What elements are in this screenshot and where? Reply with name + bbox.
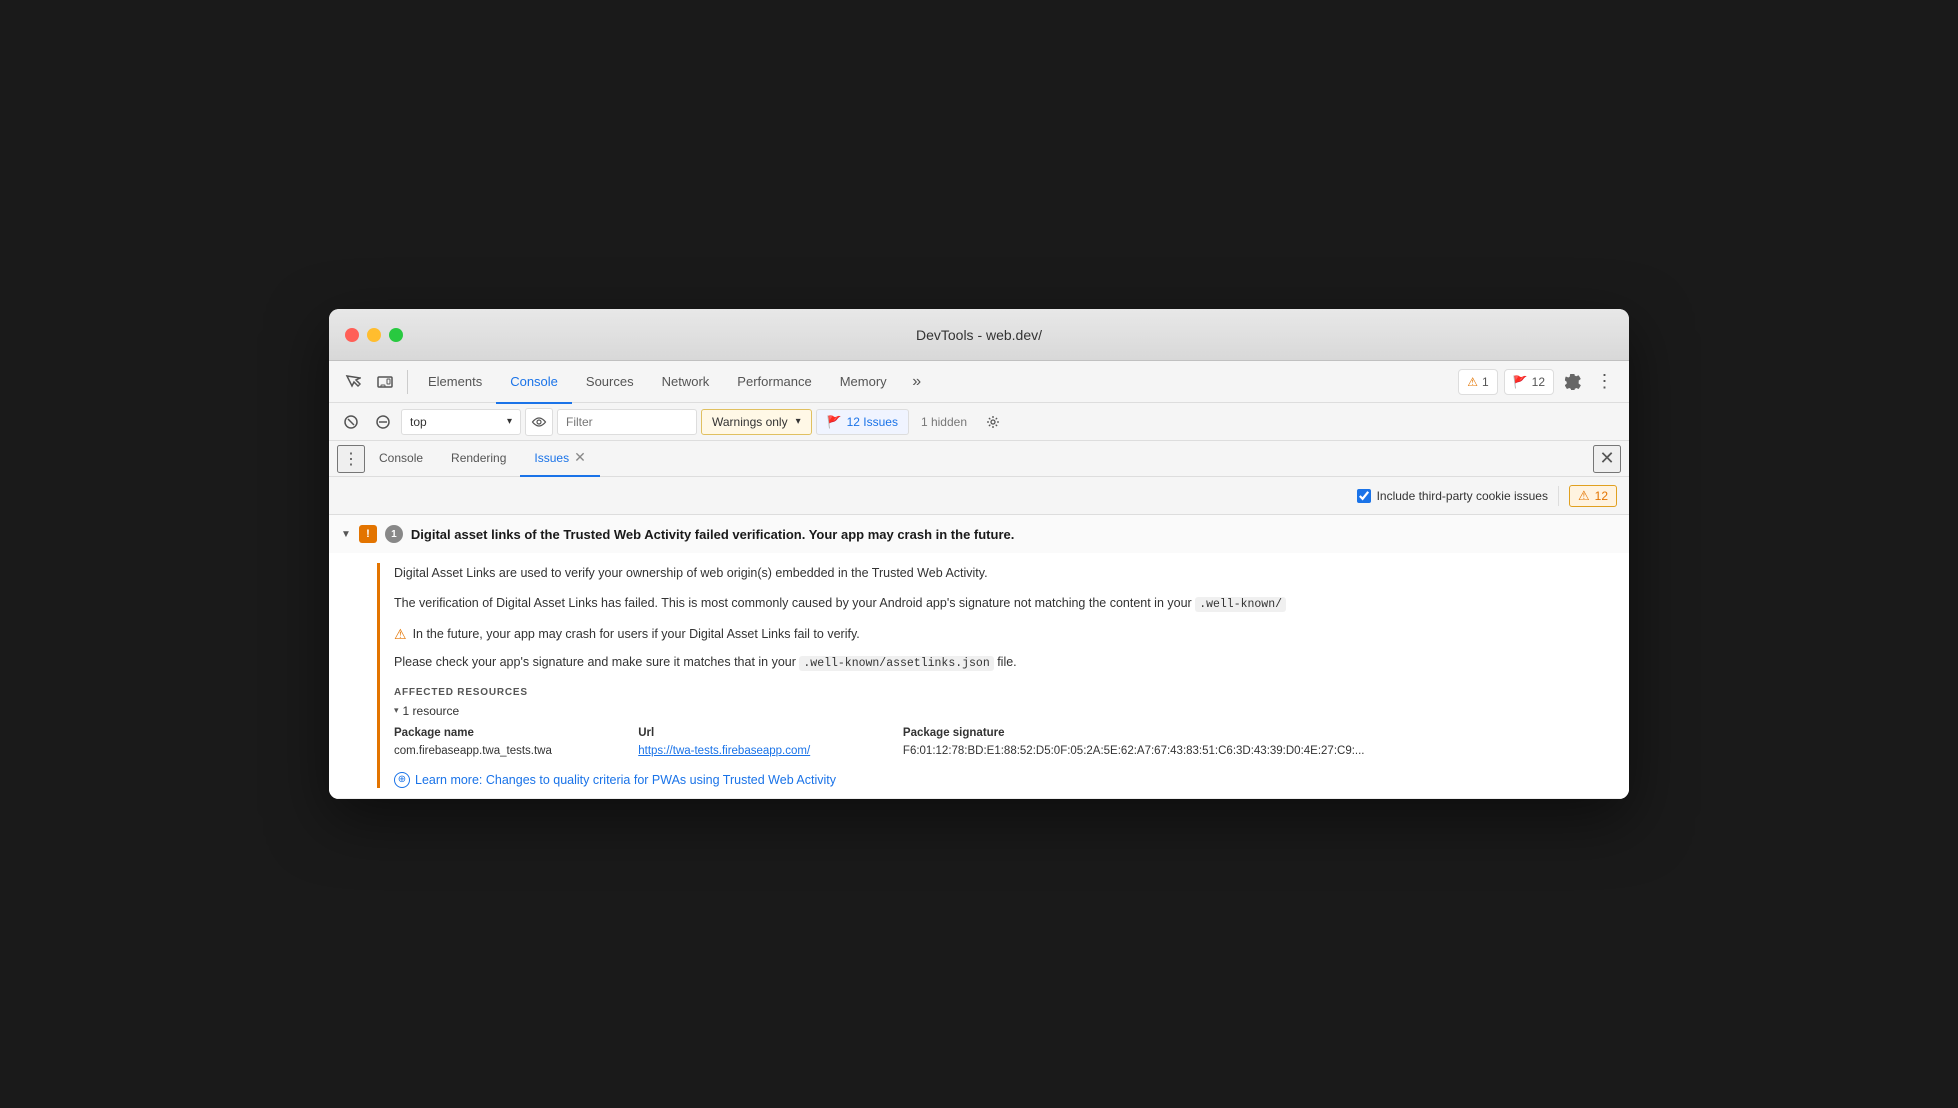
flag-icon: 🚩 xyxy=(827,415,842,429)
package-signature: F6:01:12:78:BD:E1:88:52:D5:0F:05:2A:5E:6… xyxy=(903,742,1589,760)
issue-header[interactable]: ▼ ! 1 Digital asset links of the Trusted… xyxy=(329,515,1629,553)
no-log-button[interactable] xyxy=(369,408,397,436)
toolbar-separator xyxy=(407,370,408,394)
info-icon: 🚩 xyxy=(1513,375,1528,389)
table-row: com.firebaseapp.twa_tests.twa https://tw… xyxy=(394,742,1589,760)
tab-memory[interactable]: Memory xyxy=(826,362,901,404)
learn-more-icon: ⊕ xyxy=(394,772,410,788)
warnings-label: Warnings only xyxy=(712,415,788,429)
minimize-button[interactable] xyxy=(367,328,381,342)
col-signature: Package signature xyxy=(903,724,1589,742)
inspect-element-button[interactable] xyxy=(337,366,369,398)
warnings-dropdown[interactable]: Warnings only ▾ xyxy=(701,409,812,435)
expand-arrow-icon[interactable]: ▼ xyxy=(341,529,351,540)
filter-input[interactable] xyxy=(557,409,697,435)
issue-item: ▼ ! 1 Digital asset links of the Trusted… xyxy=(329,515,1629,798)
close-drawer-button[interactable]: ✕ xyxy=(1593,445,1621,473)
issues-count: 12 Issues xyxy=(847,415,898,429)
affected-resources: AFFECTED RESOURCES ▾ 1 resource Package … xyxy=(394,687,1589,760)
console-toolbar: top ▾ Warnings only ▾ 🚩 12 Issues 1 hidd… xyxy=(329,403,1629,441)
context-value: top xyxy=(410,415,427,429)
chevron-down-icon: ▾ xyxy=(796,416,801,427)
col-package: Package name xyxy=(394,724,638,742)
issues-badge[interactable]: 🚩 12 Issues xyxy=(816,409,909,435)
issue-title: Digital asset links of the Trusted Web A… xyxy=(411,527,1014,542)
issues-panel: Include third-party cookie issues ⚠ 12 ▼… xyxy=(329,477,1629,798)
maximize-button[interactable] xyxy=(389,328,403,342)
titlebar: DevTools - web.dev/ xyxy=(329,309,1629,361)
devtools-window: DevTools - web.dev/ Elements Console Sou… xyxy=(329,309,1629,798)
issues-total-badge: ⚠ 12 xyxy=(1569,485,1617,507)
issue-content-bar: Digital Asset Links are used to verify y… xyxy=(377,563,1589,787)
issues-total-count: 12 xyxy=(1595,489,1608,503)
drawer-tab-console[interactable]: Console xyxy=(365,441,437,477)
include-third-party-checkbox[interactable] xyxy=(1357,489,1371,503)
device-toggle-button[interactable] xyxy=(369,366,401,398)
clear-console-button[interactable] xyxy=(337,408,365,436)
resource-count: 1 resource xyxy=(403,704,460,718)
learn-more-section: ⊕ Learn more: Changes to quality criteri… xyxy=(394,772,1589,788)
issue-count-badge: 1 xyxy=(385,525,403,543)
tab-network[interactable]: Network xyxy=(648,362,724,404)
resource-arrow-icon: ▾ xyxy=(394,705,399,716)
tab-sources[interactable]: Sources xyxy=(572,362,648,404)
tab-elements[interactable]: Elements xyxy=(414,362,496,404)
warning-badge-icon: ⚠ xyxy=(1578,488,1590,504)
console-settings-button[interactable] xyxy=(979,408,1007,436)
drawer-tab-rendering[interactable]: Rendering xyxy=(437,441,520,477)
resource-table: Package name Url Package signature com.f… xyxy=(394,724,1589,760)
drawer-tabs: ⋮ Console Rendering Issues ✕ ✕ xyxy=(329,441,1629,477)
settings-button[interactable] xyxy=(1557,366,1589,398)
issue-check-text: Please check your app's signature and ma… xyxy=(394,653,1589,672)
hidden-count: 1 hidden xyxy=(913,415,975,429)
issue-warning-line: ⚠ In the future, your app may crash for … xyxy=(394,625,1589,644)
info-count-badge[interactable]: 🚩 12 xyxy=(1504,369,1554,395)
warning-count: 1 xyxy=(1482,375,1489,389)
issue-desc-2: The verification of Digital Asset Links … xyxy=(394,593,1589,614)
warning-icon: ⚠ xyxy=(1467,375,1478,389)
issue-body: Digital Asset Links are used to verify y… xyxy=(329,553,1629,797)
warning-triangle-icon: ⚠ xyxy=(394,626,407,643)
issue-desc-1: Digital Asset Links are used to verify y… xyxy=(394,563,1589,583)
chevron-down-icon: ▾ xyxy=(507,416,512,427)
info-count: 12 xyxy=(1532,375,1545,389)
window-controls xyxy=(345,328,403,342)
include-third-party-label[interactable]: Include third-party cookie issues xyxy=(1357,489,1548,503)
close-button[interactable] xyxy=(345,328,359,342)
tab-performance[interactable]: Performance xyxy=(723,362,825,404)
issue-warning-icon: ! xyxy=(359,525,377,543)
col-url: Url xyxy=(638,724,903,742)
learn-more-link[interactable]: Learn more: Changes to quality criteria … xyxy=(415,773,836,787)
affected-label: AFFECTED RESOURCES xyxy=(394,687,1589,698)
drawer-menu-button[interactable]: ⋮ xyxy=(337,445,365,473)
more-tabs-button[interactable]: » xyxy=(901,366,933,398)
eye-button[interactable] xyxy=(525,408,553,436)
main-toolbar: Elements Console Sources Network Perform… xyxy=(329,361,1629,403)
more-options-button[interactable]: ⋮ xyxy=(1589,366,1621,398)
window-title: DevTools - web.dev/ xyxy=(916,327,1042,343)
code-assetlinks: .well-known/assetlinks.json xyxy=(799,656,993,671)
resource-url[interactable]: https://twa-tests.firebaseapp.com/ xyxy=(638,742,903,760)
resource-toggle[interactable]: ▾ 1 resource xyxy=(394,704,1589,718)
issue-warning-text: In the future, your app may crash for us… xyxy=(413,625,860,644)
issues-header-bar: Include third-party cookie issues ⚠ 12 xyxy=(329,477,1629,515)
warning-count-badge[interactable]: ⚠ 1 xyxy=(1458,369,1497,395)
code-wellknown: .well-known/ xyxy=(1195,597,1286,612)
header-divider xyxy=(1558,486,1559,506)
drawer-tab-issues[interactable]: Issues ✕ xyxy=(520,441,599,477)
tab-console[interactable]: Console xyxy=(496,362,572,404)
context-selector[interactable]: top ▾ xyxy=(401,409,521,435)
package-name: com.firebaseapp.twa_tests.twa xyxy=(394,742,638,760)
close-tab-icon[interactable]: ✕ xyxy=(574,449,586,466)
